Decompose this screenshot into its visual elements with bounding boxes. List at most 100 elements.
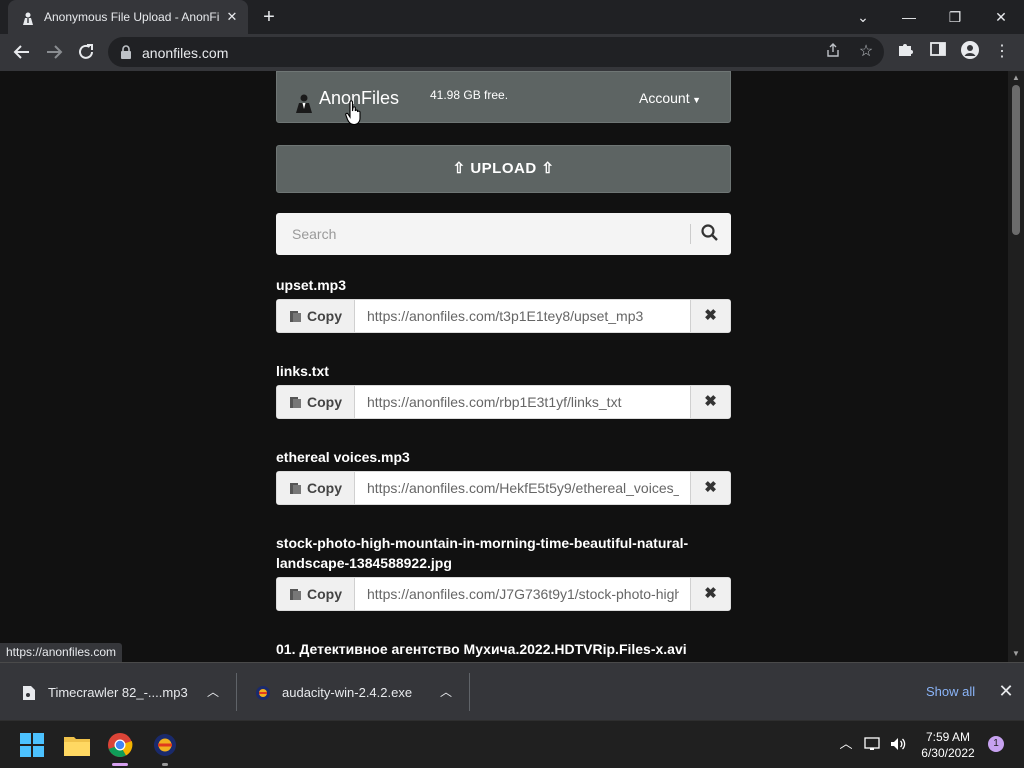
windows-start-icon[interactable] [16,729,48,761]
search-input[interactable] [276,213,690,255]
close-x-icon: ✖ [704,307,717,324]
search-divider [690,224,691,244]
close-download-shelf-icon[interactable]: ✕ [996,681,1016,701]
chrome-icon[interactable] [104,729,136,761]
upload-button[interactable]: ⇧ UPLOAD ⇧ [276,145,731,193]
remove-file-button[interactable]: ✖ [690,472,730,504]
remove-file-button[interactable]: ✖ [690,300,730,332]
download-item[interactable]: audacity-win-2.4.2.exe ︿ [237,663,469,721]
extensions-puzzle-icon[interactable] [894,40,918,64]
clock-date: 6/30/2022 [921,746,975,760]
close-window-button[interactable]: ✕ [978,4,1024,30]
page-viewport: AnonFiles 41.98 GB free. Account ▼ ⇧ UPL… [0,71,1008,662]
bookmark-star-icon[interactable]: ☆ [856,42,876,62]
scroll-thumb[interactable] [1012,85,1020,235]
address-bar[interactable]: anonfiles.com ☆ [108,37,884,67]
page-scrollbar[interactable]: ▲ ▼ [1008,71,1024,662]
account-label: Account [639,90,690,106]
remove-file-button[interactable]: ✖ [690,578,730,610]
back-button[interactable] [10,40,34,64]
new-tab-button[interactable]: + [258,6,280,28]
chrome-active-indicator [112,763,128,766]
minimize-button[interactable]: — [886,4,932,30]
chevron-up-icon[interactable]: ︿ [438,683,454,699]
clipboard-icon [290,311,301,322]
forward-arrow-icon [47,45,63,59]
remove-file-button[interactable]: ✖ [690,386,730,418]
audacity-taskbar-icon[interactable] [149,729,181,761]
browser-toolbar: anonfiles.com ☆ ⋮ [0,34,1024,71]
url-text: anonfiles.com [142,45,229,61]
file-link-row: Copy https://anonfiles.com/HekfE5t5y9/et… [276,471,731,505]
volume-icon[interactable] [889,735,907,753]
file-name: stock-photo-high-mountain-in-morning-tim… [276,535,689,571]
anonfiles-favicon-icon [23,12,33,25]
download-separator [469,673,470,711]
download-filename: audacity-win-2.4.2.exe [282,685,413,700]
audacity-icon [256,686,270,700]
upload-arrow-icon: ⇧ [452,160,466,177]
file-name: upset.mp3 [276,277,347,293]
anonfiles-logo-icon [296,94,312,113]
search-icon[interactable] [700,223,720,243]
tab-anonfiles[interactable]: Anonymous File Upload - AnonFiles ✕ [8,0,248,34]
status-url-bubble: https://anonfiles.com [0,643,123,662]
file-link[interactable]: https://anonfiles.com/HekfE5t5y9/etherea… [367,472,679,504]
clipboard-icon [290,589,301,600]
copy-label: Copy [307,480,342,496]
download-item[interactable]: Timecrawler 82_-....mp3 ︿ [0,663,236,721]
file-link-row: Copy https://anonfiles.com/t3p1E1tey8/up… [276,299,731,333]
reload-icon [79,44,93,59]
network-icon[interactable] [864,735,882,753]
clock-time: 7:59 AM [925,730,971,744]
file-explorer-icon[interactable] [61,729,93,761]
close-x-icon: ✖ [704,585,717,602]
file-name: 01. Детективное агентство Мухича.2022.HD… [276,641,687,657]
search-box [276,213,731,255]
file-link[interactable]: https://anonfiles.com/rbp1E3t1yf/links_t… [367,386,679,418]
close-x-icon: ✖ [704,479,717,496]
scroll-down-arrow-icon[interactable]: ▼ [1011,649,1021,658]
copy-button[interactable]: Copy [277,472,355,504]
download-filename: Timecrawler 82_-....mp3 [48,685,188,700]
account-dropdown[interactable]: Account ▼ [639,90,701,106]
copy-label: Copy [307,586,342,602]
file-link[interactable]: https://anonfiles.com/t3p1E1tey8/upset_m… [367,300,679,332]
hand-pointer-cursor-icon [345,100,361,126]
upload-label: UPLOAD [470,160,537,177]
tab-strip: Anonymous File Upload - AnonFiles ✕ + ⌄ … [0,0,1024,34]
menu-kebab-icon[interactable]: ⋮ [990,40,1014,64]
copy-button[interactable]: Copy [277,300,355,332]
tray-chevron-up-icon[interactable]: ︿ [837,735,855,753]
tab-close-icon[interactable]: ✕ [224,9,240,25]
side-panel-icon[interactable] [926,40,950,64]
file-link-row: Copy https://anonfiles.com/J7G736t9y1/st… [276,577,731,611]
reload-button[interactable] [74,40,98,64]
restore-button[interactable]: ❐ [932,4,978,30]
share-icon[interactable] [823,42,843,62]
upload-arrow-icon: ⇧ [541,160,555,177]
system-clock[interactable]: 7:59 AM 6/30/2022 [912,729,984,761]
tab-title: Anonymous File Upload - AnonFiles [44,10,220,24]
file-name: links.txt [276,363,329,379]
lock-icon [121,45,131,59]
clipboard-icon [290,483,301,494]
show-all-downloads-link[interactable]: Show all [926,684,975,699]
free-space-text: 41.98 GB free. [430,88,509,102]
file-name: ethereal voices.mp3 [276,449,410,465]
copy-button[interactable]: Copy [277,386,355,418]
tab-search-chevron-icon[interactable]: ⌄ [840,4,886,30]
notification-badge[interactable]: 1 [988,736,1004,752]
chevron-up-icon[interactable]: ︿ [205,683,221,699]
close-x-icon: ✖ [704,393,717,410]
forward-button[interactable] [42,40,66,64]
clipboard-icon [290,397,301,408]
file-link[interactable]: https://anonfiles.com/J7G736t9y1/stock-p… [367,578,679,610]
windows-taskbar: ︿ 7:59 AM 6/30/2022 1 [0,720,1024,768]
file-audio-icon [23,686,35,700]
profile-icon[interactable] [958,40,982,64]
audacity-running-indicator [162,763,168,766]
scroll-up-arrow-icon[interactable]: ▲ [1011,73,1021,82]
copy-button[interactable]: Copy [277,578,355,610]
download-shelf: Timecrawler 82_-....mp3 ︿ audacity-win-2… [0,662,1024,720]
